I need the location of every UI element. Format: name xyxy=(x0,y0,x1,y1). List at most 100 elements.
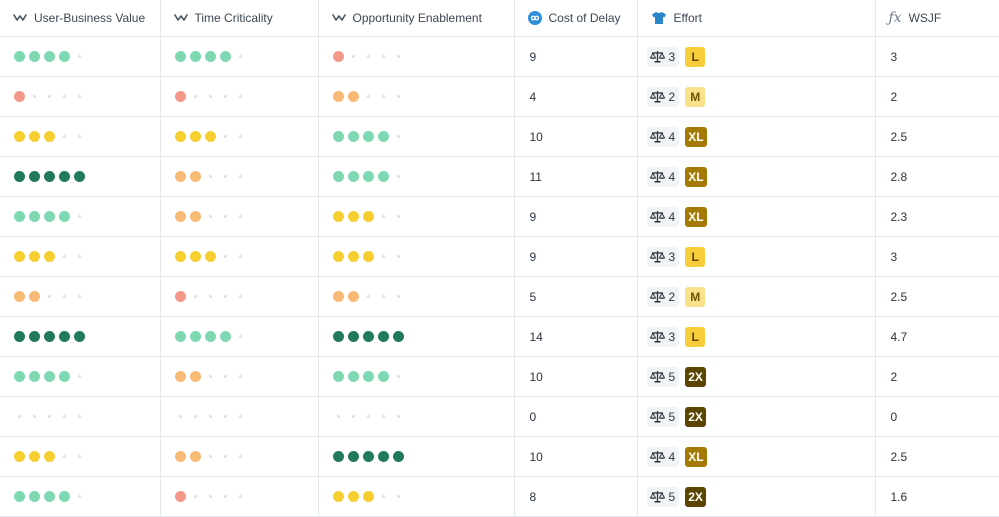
opportunity-enablement-cell[interactable] xyxy=(318,156,515,197)
rating-dot-empty[interactable] xyxy=(208,495,212,498)
rating-dots[interactable] xyxy=(332,491,404,502)
rating-dot-filled[interactable] xyxy=(392,451,404,462)
rating-dot-empty[interactable] xyxy=(63,295,66,298)
rating-dot-filled[interactable] xyxy=(29,451,40,462)
rating-dot-filled[interactable] xyxy=(14,91,25,102)
rating-dot-filled[interactable] xyxy=(362,491,374,502)
cost-of-delay-cell[interactable]: 14 xyxy=(514,316,638,357)
tshirt-size-badge[interactable]: 2X xyxy=(685,486,706,507)
rating-dot-empty[interactable] xyxy=(396,295,400,298)
rating-dot-filled[interactable] xyxy=(189,131,201,142)
rating-dot-filled[interactable] xyxy=(44,211,55,222)
rating-dot-filled[interactable] xyxy=(59,211,70,222)
rating-dot-filled[interactable] xyxy=(332,331,344,342)
time-criticality-cell[interactable] xyxy=(160,316,319,357)
rating-dots[interactable] xyxy=(332,251,404,262)
effort-cell[interactable]: 3L xyxy=(637,236,876,277)
rating-dot-filled[interactable] xyxy=(14,51,25,62)
tshirt-size-badge[interactable]: XL xyxy=(685,126,707,147)
wsjf-cell[interactable]: 1.6 xyxy=(875,476,999,517)
rating-dot-empty[interactable] xyxy=(238,295,242,298)
opportunity-enablement-cell[interactable] xyxy=(318,36,515,77)
rating-dots[interactable] xyxy=(174,331,246,342)
rating-dot-filled[interactable] xyxy=(332,251,344,262)
rating-dot-filled[interactable] xyxy=(44,451,55,462)
rating-dot-filled[interactable] xyxy=(29,251,40,262)
rating-dot-filled[interactable] xyxy=(44,371,55,382)
rating-dot-filled[interactable] xyxy=(204,251,216,262)
rating-dots[interactable] xyxy=(14,291,85,302)
rating-dots[interactable] xyxy=(14,491,85,502)
rating-dot-filled[interactable] xyxy=(174,331,186,342)
rating-dot-filled[interactable] xyxy=(332,371,344,382)
table-row[interactable]: 8 5 2X 1.6 xyxy=(0,476,999,517)
rating-dot-empty[interactable] xyxy=(78,135,81,138)
rating-dot-empty[interactable] xyxy=(238,495,242,498)
effort-points[interactable]: 5 xyxy=(646,366,680,387)
rating-dot-filled[interactable] xyxy=(377,171,389,182)
rating-dots[interactable] xyxy=(332,91,404,102)
rating-dot-filled[interactable] xyxy=(14,371,25,382)
effort-cell[interactable]: 2M xyxy=(637,76,876,117)
rating-dot-empty[interactable] xyxy=(63,95,66,98)
effort-points[interactable]: 2 xyxy=(646,286,680,307)
rating-dots[interactable] xyxy=(14,211,85,222)
rating-dot-filled[interactable] xyxy=(14,331,25,342)
rating-dot-empty[interactable] xyxy=(193,495,197,498)
rating-dot-empty[interactable] xyxy=(366,295,370,298)
rating-dot-empty[interactable] xyxy=(396,375,400,378)
rating-dots[interactable] xyxy=(14,331,85,342)
opportunity-enablement-cell[interactable] xyxy=(318,76,515,117)
rating-dots[interactable] xyxy=(174,371,246,382)
rating-dots[interactable] xyxy=(14,371,85,382)
rating-dot-empty[interactable] xyxy=(238,415,242,418)
tshirt-size-badge[interactable]: L xyxy=(685,246,706,267)
rating-dots[interactable] xyxy=(14,91,85,102)
rating-dots[interactable] xyxy=(175,415,246,418)
rating-dot-filled[interactable] xyxy=(347,291,359,302)
rating-dot-empty[interactable] xyxy=(208,415,212,418)
rating-dot-empty[interactable] xyxy=(48,95,51,98)
time-criticality-cell[interactable] xyxy=(160,156,319,197)
rating-dot-empty[interactable] xyxy=(78,495,81,498)
rating-dots[interactable] xyxy=(332,51,404,62)
rating-dot-filled[interactable] xyxy=(332,91,344,102)
time-criticality-cell[interactable] xyxy=(160,116,319,157)
cost-of-delay-cell[interactable]: 9 xyxy=(514,196,638,237)
rating-dots[interactable] xyxy=(332,211,404,222)
rating-dot-empty[interactable] xyxy=(223,375,227,378)
rating-dot-empty[interactable] xyxy=(396,175,400,178)
rating-dot-empty[interactable] xyxy=(223,295,227,298)
rating-dot-empty[interactable] xyxy=(78,455,81,458)
rating-dot-empty[interactable] xyxy=(366,55,370,58)
rating-dot-empty[interactable] xyxy=(208,175,212,178)
wsjf-cell[interactable]: 2.5 xyxy=(875,436,999,477)
opportunity-enablement-cell[interactable] xyxy=(318,436,515,477)
cost-of-delay-cell[interactable]: 4 xyxy=(514,76,638,117)
rating-dot-filled[interactable] xyxy=(59,51,70,62)
rating-dot-empty[interactable] xyxy=(193,95,197,98)
rating-dot-filled[interactable] xyxy=(347,491,359,502)
rating-dots[interactable] xyxy=(332,291,404,302)
wsjf-cell[interactable]: 2.3 xyxy=(875,196,999,237)
rating-dot-filled[interactable] xyxy=(174,211,186,222)
rating-dot-empty[interactable] xyxy=(381,415,385,418)
rating-dot-empty[interactable] xyxy=(223,135,227,138)
rating-dot-filled[interactable] xyxy=(362,451,374,462)
rating-dot-empty[interactable] xyxy=(63,255,66,258)
rating-dot-filled[interactable] xyxy=(204,51,216,62)
effort-points[interactable]: 3 xyxy=(646,46,680,67)
rating-dots[interactable] xyxy=(174,451,246,462)
rating-dot-filled[interactable] xyxy=(362,171,374,182)
opportunity-enablement-cell[interactable] xyxy=(318,196,515,237)
effort-cell[interactable]: 4 XL xyxy=(637,156,876,197)
rating-dot-filled[interactable] xyxy=(174,171,186,182)
rating-dot-empty[interactable] xyxy=(223,95,227,98)
rating-dot-filled[interactable] xyxy=(332,491,344,502)
tshirt-size-badge[interactable]: 2X xyxy=(685,366,706,387)
tshirt-size-badge[interactable]: M xyxy=(685,86,706,107)
cost-of-delay-cell[interactable]: 9 xyxy=(514,36,638,77)
table-row[interactable]: 93L3 xyxy=(0,36,999,77)
effort-points[interactable]: 5 xyxy=(646,406,680,427)
user-business-value-cell[interactable] xyxy=(0,236,161,277)
